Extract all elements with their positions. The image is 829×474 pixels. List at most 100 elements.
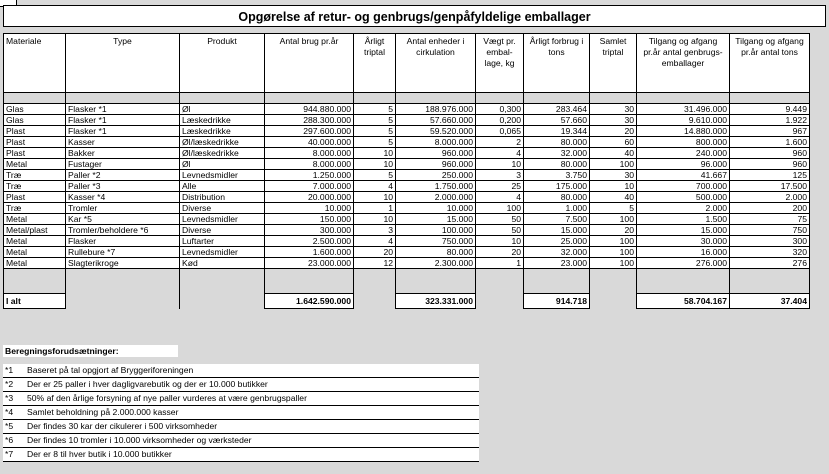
note-text: Der er 25 paller i hver dagligvarebutik … [27, 379, 268, 389]
table-cell: 250.000 [395, 169, 476, 181]
table-cell: 297.600.000 [264, 125, 354, 137]
table-cell: 57.660.000 [395, 114, 476, 126]
table-cell: Diverse [179, 224, 265, 236]
table-cell: Metal/plast [3, 224, 66, 236]
table-cell: 80.000 [523, 158, 590, 170]
table-cell: 300.000 [264, 224, 354, 236]
table-cell: Tromler/beholdere *6 [65, 224, 180, 236]
table-cell: Slagterikroge [65, 257, 180, 269]
table-cell: 10 [353, 213, 396, 225]
table-cell: Bakker [65, 147, 180, 159]
table-cell: Kar *5 [65, 213, 180, 225]
total-antal-enheder: 323.331.000 [395, 293, 476, 309]
table-cell: Kød [179, 257, 265, 269]
note-text: 50% af den årlige forsyning af nye palle… [27, 393, 307, 403]
table-cell: 41.667 [636, 169, 730, 181]
table-cell: 5 [353, 125, 396, 137]
table-cell: 3 [475, 169, 524, 181]
table-cell: 30.000 [636, 235, 730, 247]
table-cell: Flasker *1 [65, 103, 180, 115]
table-cell: Metal [3, 235, 66, 247]
note-item: *5 Der findes 30 kar der cikulerer i 500 … [3, 420, 479, 434]
spacer-row [3, 268, 810, 294]
table-cell: 960.000 [395, 147, 476, 159]
table-cell: 4 [353, 235, 396, 247]
col-header: Type [65, 33, 180, 93]
note-key: *7 [5, 449, 14, 459]
table-cell: 750 [729, 224, 810, 236]
table-cell: 700.000 [636, 180, 730, 192]
table-cell: 7.000.000 [264, 180, 354, 192]
table-cell: Paller *2 [65, 169, 180, 181]
table-cell: Tromler [65, 202, 180, 214]
total-forbrug-tons: 914.718 [523, 293, 590, 309]
col-header: Materiale [3, 33, 66, 93]
table-cell: 276.000 [636, 257, 730, 269]
assumptions-title: Beregningsforudsætninger: [3, 345, 178, 357]
table-row: Glas Flasker *1 Læskedrikke 288.300.000 5 57.… [3, 114, 810, 126]
table-cell: 20 [475, 246, 524, 258]
table-cell: 20 [353, 246, 396, 258]
table-cell: 8.000.000 [395, 136, 476, 148]
table-cell: 100 [589, 213, 637, 225]
col-header: Antal enheder i cirkulation [395, 33, 476, 93]
table-cell: 1.600 [729, 136, 810, 148]
table-cell: 7.500 [523, 213, 590, 225]
note-item: *2 Der er 25 paller i hver dagligvarebuti… [3, 378, 479, 392]
table-cell: 59.520.000 [395, 125, 476, 137]
table-cell: Metal [3, 213, 66, 225]
note-item: *3 50% af den årlige forsyning af nye pal… [3, 392, 479, 406]
table-cell: Flasker *1 [65, 114, 180, 126]
table-row: Glas Flasker *1 Øl 944.880.000 5 188.976.000 0… [3, 103, 810, 115]
note-key: *4 [5, 407, 14, 417]
note-text: Der findes 10 tromler i 10.000 virksomhe… [27, 435, 252, 445]
table-cell: 1 [475, 257, 524, 269]
table-cell: Metal [3, 246, 66, 258]
table-cell: Fustager [65, 158, 180, 170]
table-cell: 15.000 [636, 224, 730, 236]
table-cell: 50 [475, 224, 524, 236]
table-cell: Træ [3, 180, 66, 192]
table-cell: Alle [179, 180, 265, 192]
table-cell: 0,300 [475, 103, 524, 115]
table-row: Træ Paller *3 Alle 7.000.000 4 1.750.000 25 175… [3, 180, 810, 192]
table-cell: 57.660 [523, 114, 590, 126]
note-text: Baseret på tal opgjort af Bryggeriforeni… [27, 365, 194, 375]
table-cell: 10 [353, 147, 396, 159]
table-cell: 96.000 [636, 158, 730, 170]
table-cell: 10 [589, 180, 637, 192]
table-cell: 1.750.000 [395, 180, 476, 192]
table-cell: 300 [729, 235, 810, 247]
table-cell: 10 [475, 235, 524, 247]
table-cell: 5 [353, 136, 396, 148]
total-label: I alt [3, 293, 66, 309]
sheet-title: Opgørelse af retur- og genbrugs/genpåfyl… [3, 5, 826, 27]
table-cell: 960 [729, 147, 810, 159]
table-cell: 0,065 [475, 125, 524, 137]
table-cell: 10.000 [395, 202, 476, 214]
table-cell: 3 [353, 224, 396, 236]
table-cell: Levnedsmidler [179, 213, 265, 225]
note-item: *4 Samlet beholdning på 2.000.000 kasser [3, 406, 479, 420]
table-cell: 288.300.000 [264, 114, 354, 126]
table-cell: 31.496.000 [636, 103, 730, 115]
table-cell: 40 [589, 191, 637, 203]
table-cell: 944.880.000 [264, 103, 354, 115]
table-cell: Rullebure *7 [65, 246, 180, 258]
table-cell: 5 [589, 202, 637, 214]
table-cell: 1.500 [636, 213, 730, 225]
table-cell: 8.000.000 [264, 147, 354, 159]
table-cell: 10 [353, 158, 396, 170]
table-cell: Plast [3, 191, 66, 203]
table-cell: 80.000 [523, 191, 590, 203]
table-cell: 23.000 [523, 257, 590, 269]
col-header: Tilgang og afgang pr.år antal genbrugs-e… [636, 33, 730, 93]
table-cell: 9.449 [729, 103, 810, 115]
table-cell: 1.250.000 [264, 169, 354, 181]
note-key: *2 [5, 379, 14, 389]
total-tilgang-antal: 58.704.167 [636, 293, 730, 309]
table-cell: 60 [589, 136, 637, 148]
table-cell: 5 [353, 169, 396, 181]
table-cell: Flasker *1 [65, 125, 180, 137]
table-cell: 320 [729, 246, 810, 258]
